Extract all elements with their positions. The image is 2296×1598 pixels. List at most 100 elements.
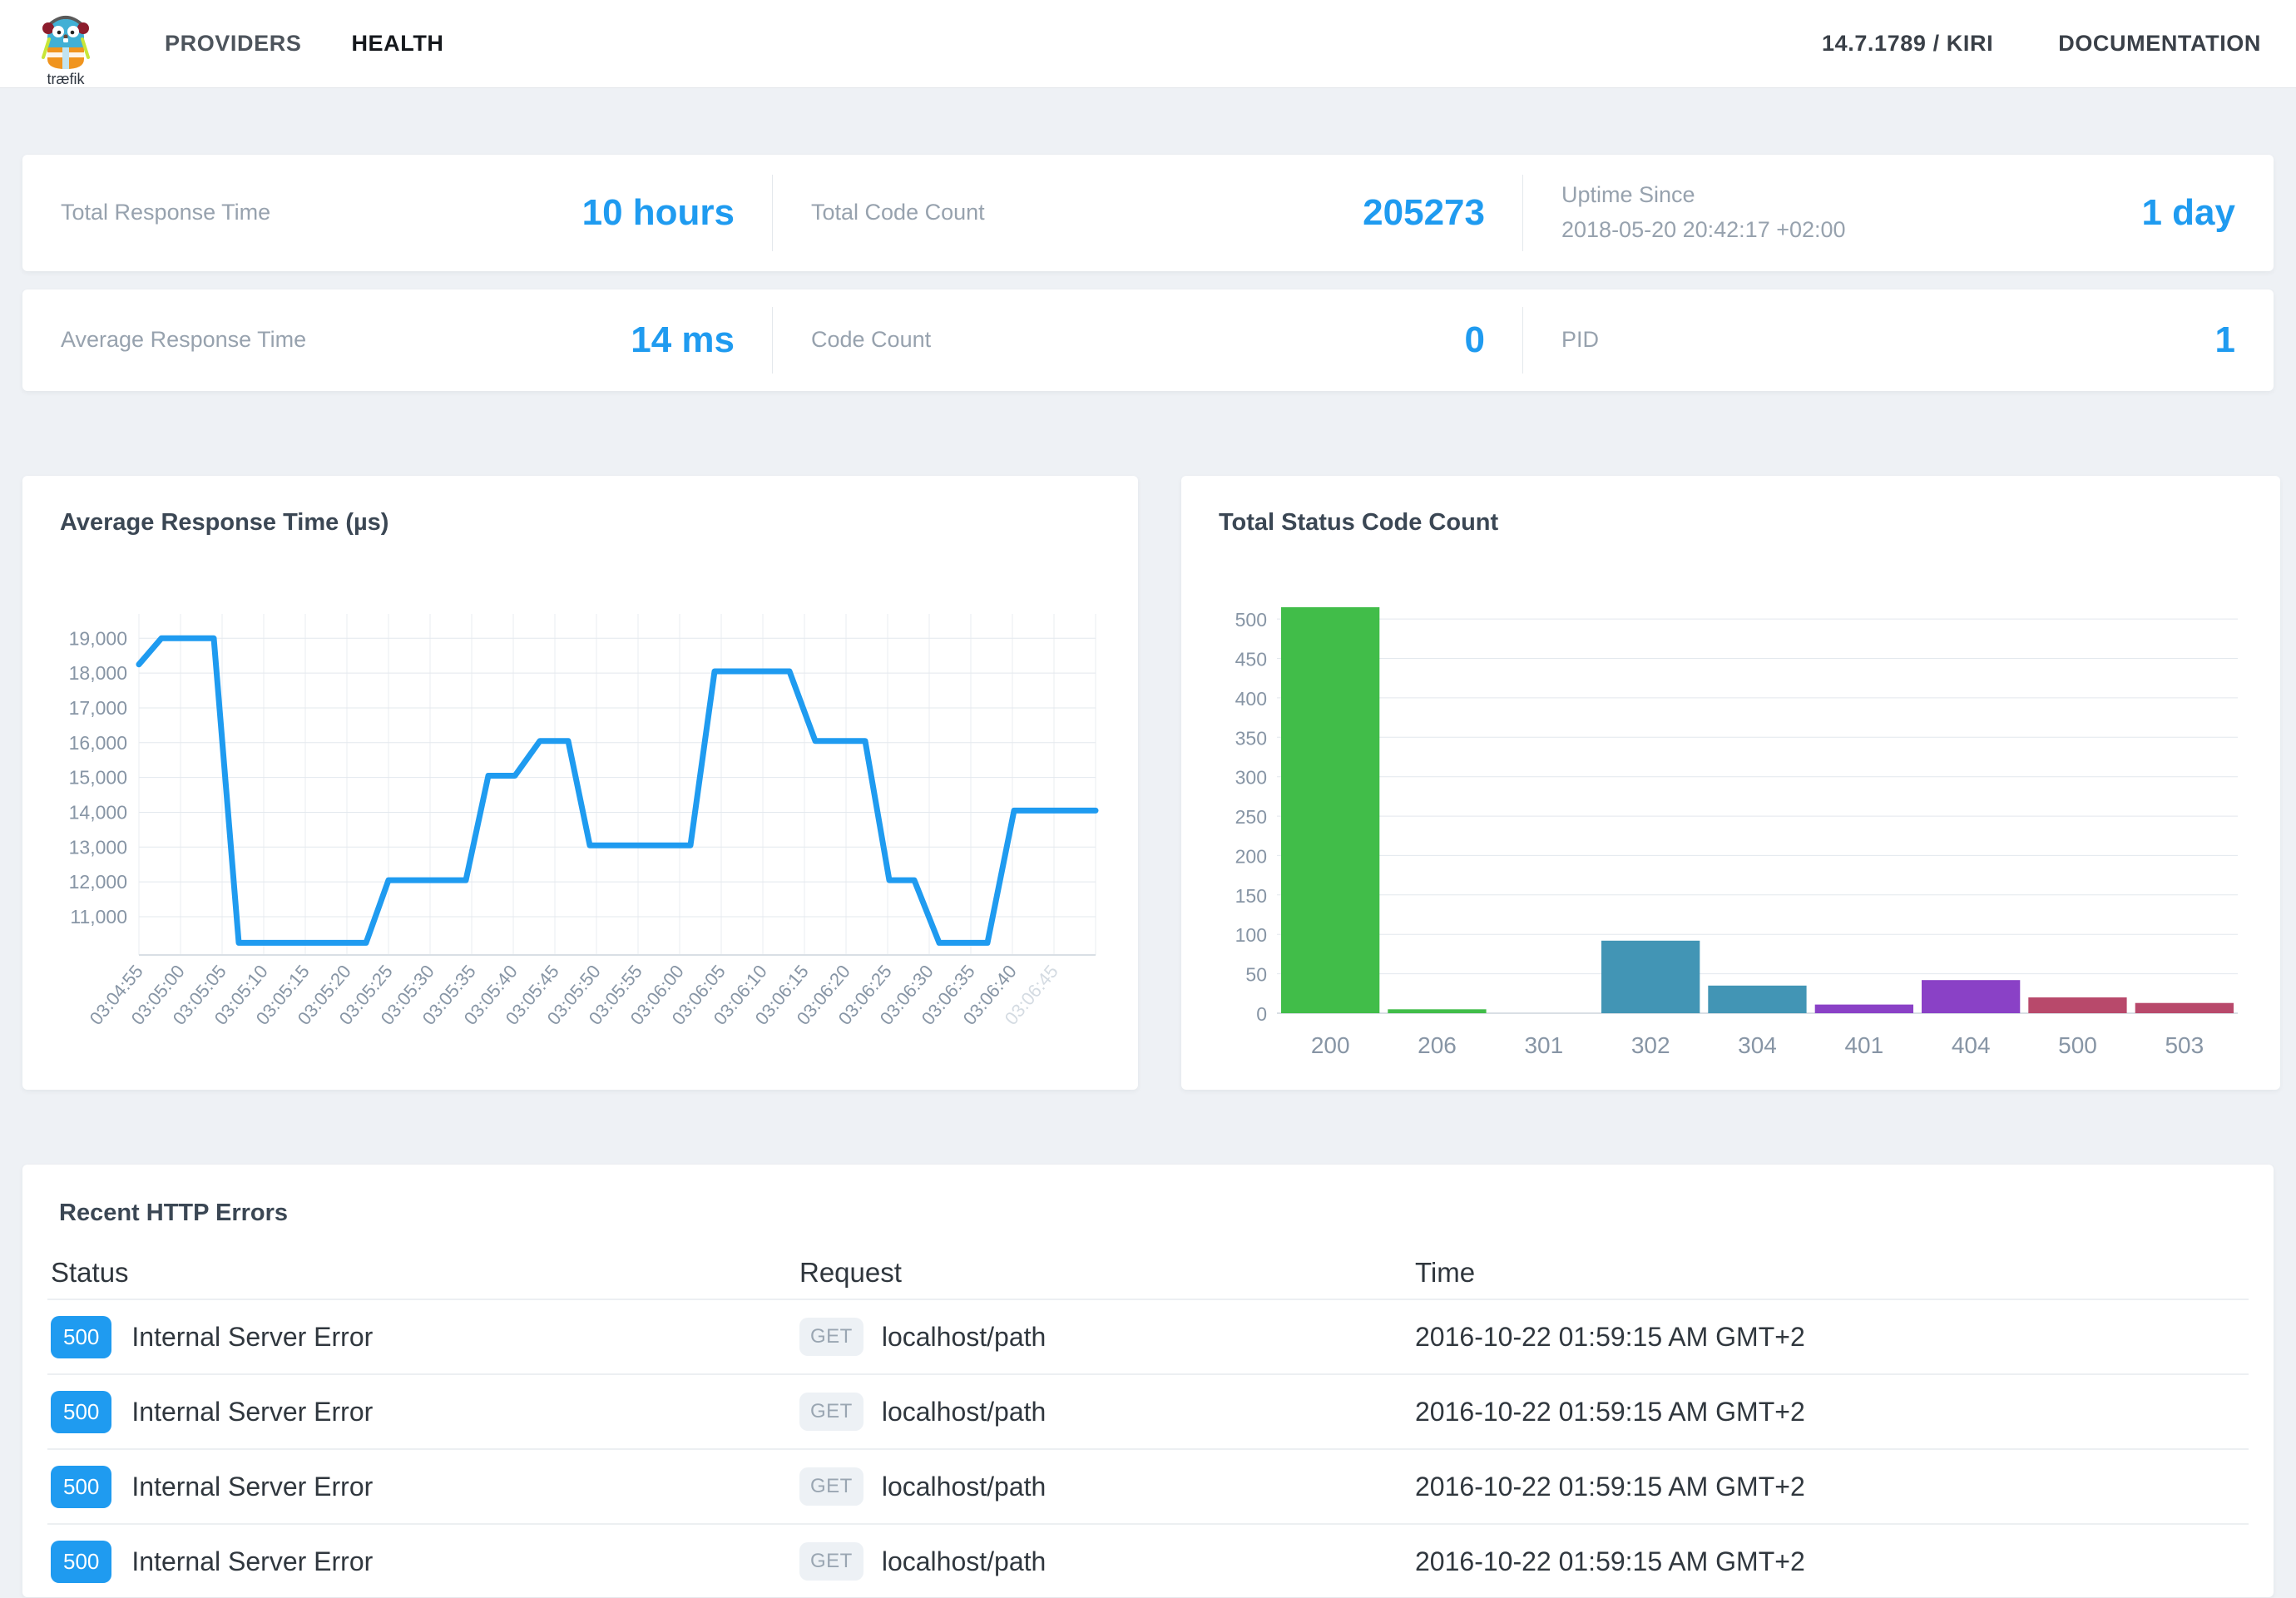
errors-table-body: 500 Internal Server Error GET localhost/…	[47, 1299, 2249, 1598]
status-cell: 500 Internal Server Error	[51, 1541, 799, 1583]
stat-total-code-count: Total Code Count 205273	[773, 155, 1523, 271]
stat-average-response-time: Average Response Time 14 ms	[22, 289, 773, 391]
status-text: Internal Server Error	[131, 1472, 373, 1502]
headphone-cup-left	[42, 22, 54, 34]
svg-text:12,000: 12,000	[69, 871, 127, 893]
status-cell: 500 Internal Server Error	[51, 1316, 799, 1358]
svg-text:15,000: 15,000	[69, 767, 127, 789]
svg-text:400: 400	[1235, 688, 1267, 710]
table-row: 500 Internal Server Error GET localhost/…	[47, 1299, 2249, 1373]
svg-text:16,000: 16,000	[69, 732, 127, 754]
table-row: 500 Internal Server Error GET localhost/…	[47, 1373, 2249, 1448]
stat-label: Total Response Time	[61, 195, 270, 230]
svg-text:150: 150	[1235, 885, 1267, 907]
svg-text:350: 350	[1235, 727, 1267, 749]
stat-value: 1 day	[2141, 192, 2235, 234]
status-cell: 500 Internal Server Error	[51, 1391, 799, 1433]
column-header-status: Status	[51, 1257, 799, 1289]
charts-row: Average Response Time (µs) 11,00012,0001…	[22, 476, 2274, 1090]
error-time: 2016-10-22 01:59:15 AM GMT+2	[1415, 1546, 2245, 1577]
table-row: 500 Internal Server Error GET localhost/…	[47, 1448, 2249, 1523]
stat-label: Code Count	[811, 323, 931, 358]
uptime-since-datetime: 2018-05-20 20:42:17 +02:00	[1561, 213, 1846, 248]
http-method-badge: GET	[799, 1318, 863, 1356]
svg-text:18,000: 18,000	[69, 662, 127, 684]
svg-text:450: 450	[1235, 649, 1267, 670]
status-code-badge: 500	[51, 1316, 111, 1358]
svg-text:200: 200	[1235, 845, 1267, 867]
http-method-badge: GET	[799, 1467, 863, 1506]
svg-text:206: 206	[1418, 1032, 1457, 1058]
avg-response-time-line-chart: 11,000 12,000 13,000 14,000 15,000 16,000 17,0…	[60, 552, 1101, 1088]
error-time: 2016-10-22 01:59:15 AM GMT+2	[1415, 1322, 2245, 1353]
main-content: Total Response Time 10 hours Total Code …	[0, 155, 2296, 1597]
stat-value: 205273	[1363, 192, 1485, 234]
status-text: Internal Server Error	[131, 1546, 373, 1577]
request-path: localhost/path	[882, 1546, 1046, 1577]
status-code-badge: 500	[51, 1541, 111, 1583]
svg-text:500: 500	[2058, 1032, 2097, 1058]
nav-right: 14.7.1789 / KIRI DOCUMENTATION	[1822, 31, 2261, 57]
version-label[interactable]: 14.7.1789 / KIRI	[1822, 31, 1993, 57]
headphone-cup-right	[77, 22, 89, 34]
svg-text:14,000: 14,000	[69, 802, 127, 824]
error-time: 2016-10-22 01:59:15 AM GMT+2	[1415, 1472, 2245, 1502]
http-method-badge: GET	[799, 1393, 863, 1431]
column-header-time: Time	[1415, 1257, 2245, 1289]
status-code-badge: 500	[51, 1391, 111, 1433]
stat-value: 14 ms	[631, 319, 735, 361]
bar-chart-title: Total Status Code Count	[1219, 509, 2243, 537]
logo-text: træfik	[47, 71, 86, 87]
errors-table-title: Recent HTTP Errors	[47, 1165, 2249, 1247]
svg-text:0: 0	[1256, 1003, 1267, 1025]
stat-label: Average Response Time	[61, 323, 306, 358]
stat-code-count: Code Count 0	[773, 289, 1523, 391]
stat-value: 10 hours	[582, 192, 735, 234]
status-cell: 500 Internal Server Error	[51, 1466, 799, 1508]
svg-text:404: 404	[1952, 1032, 1991, 1058]
uptime-since-label: Uptime Since	[1561, 178, 1846, 213]
svg-text:100: 100	[1235, 924, 1267, 946]
svg-text:500: 500	[1235, 609, 1267, 631]
svg-text:304: 304	[1738, 1032, 1777, 1058]
status-text: Internal Server Error	[131, 1322, 373, 1353]
status-code-chart-card: Total Status Code Count 0 50 100 150 200 250 3…	[1181, 476, 2280, 1090]
status-code-bar-chart: 0501001502002503003504004505002002063013…	[1219, 552, 2243, 1088]
error-time: 2016-10-22 01:59:15 AM GMT+2	[1415, 1397, 2245, 1427]
stat-value: 0	[1465, 319, 1485, 361]
traefik-logo-icon[interactable]: træfik	[35, 7, 96, 87]
recent-http-errors-card: Recent HTTP Errors Status Request Time 5…	[22, 1165, 2274, 1597]
stats-card-totals: Total Response Time 10 hours Total Code …	[22, 155, 2274, 271]
table-row: 500 Internal Server Error GET localhost/…	[47, 1523, 2249, 1598]
nav-links: PROVIDERS HEALTH	[165, 31, 444, 57]
stat-total-response-time: Total Response Time 10 hours	[22, 155, 773, 271]
avg-response-time-chart-card: Average Response Time (µs) 11,00012,0001…	[22, 476, 1138, 1090]
line-chart-title: Average Response Time (µs)	[60, 509, 1101, 537]
svg-text:250: 250	[1235, 806, 1267, 828]
nav-link-documentation[interactable]: DOCUMENTATION	[2058, 31, 2261, 57]
stat-value: 1	[2215, 319, 2235, 361]
svg-text:301: 301	[1524, 1032, 1563, 1058]
svg-text:11,000: 11,000	[70, 906, 127, 928]
request-cell: GET localhost/path	[799, 1318, 1415, 1356]
stat-label: Uptime Since 2018-05-20 20:42:17 +02:00	[1561, 178, 1846, 248]
svg-text:503: 503	[2165, 1032, 2204, 1058]
svg-text:19,000: 19,000	[69, 627, 127, 649]
nav-link-health[interactable]: HEALTH	[351, 31, 443, 57]
request-path: localhost/path	[882, 1472, 1046, 1502]
request-path: localhost/path	[882, 1397, 1046, 1427]
http-method-badge: GET	[799, 1542, 863, 1581]
stat-label: Total Code Count	[811, 195, 985, 230]
svg-text:17,000: 17,000	[69, 697, 127, 719]
svg-text:302: 302	[1631, 1032, 1670, 1058]
request-cell: GET localhost/path	[799, 1393, 1415, 1431]
svg-text:50: 50	[1245, 964, 1267, 986]
status-code-badge: 500	[51, 1466, 111, 1508]
nav-link-providers[interactable]: PROVIDERS	[165, 31, 301, 57]
request-cell: GET localhost/path	[799, 1542, 1415, 1581]
stat-pid: PID 1	[1523, 289, 2274, 391]
stat-label: PID	[1561, 323, 1599, 358]
status-text: Internal Server Error	[131, 1397, 373, 1427]
svg-text:13,000: 13,000	[69, 836, 127, 858]
svg-text:401: 401	[1844, 1032, 1883, 1058]
